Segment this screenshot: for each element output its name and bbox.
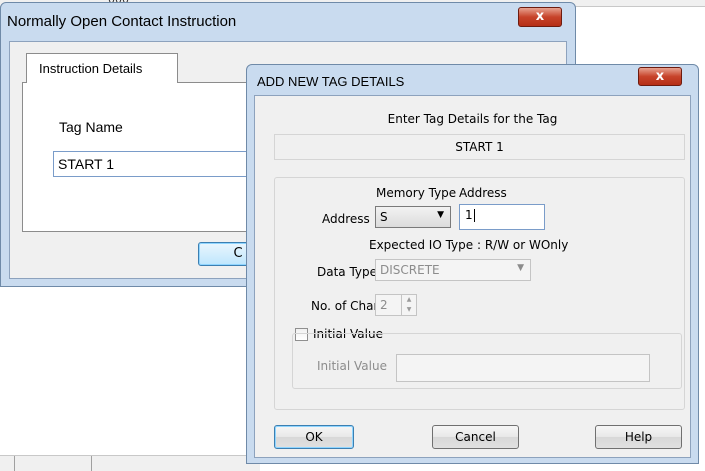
close-icon: x: [535, 9, 545, 24]
dialog-title: Normally Open Contact Instruction: [7, 13, 237, 30]
address-input[interactable]: 1: [459, 204, 545, 230]
address-label: Address: [322, 212, 370, 226]
background-grid-cell: [0, 456, 15, 471]
memory-type-header: Memory Type: [376, 186, 457, 200]
data-type-select[interactable]: DISCRETE ▼: [375, 259, 531, 281]
data-type-label: Data Type: [317, 265, 378, 279]
tag-name-display: START 1: [274, 134, 685, 160]
ok-button[interactable]: OK: [274, 425, 354, 449]
background-grid-strip: [0, 455, 260, 471]
chars-value: 2: [380, 298, 388, 312]
address-header: Address: [459, 186, 507, 200]
address-value: 1: [465, 208, 473, 222]
chevron-down-icon: ▼: [517, 263, 524, 273]
chevron-down-icon: ▼: [437, 210, 444, 220]
add-new-tag-details-dialog: ADD NEW TAG DETAILS x Enter Tag Details …: [246, 64, 699, 464]
expected-io-type: Expected IO Type : R/W or WOnly: [369, 238, 569, 252]
dialog-title: ADD NEW TAG DETAILS: [257, 74, 405, 89]
background-grid-cell: [14, 456, 92, 471]
chars-label: No. of Chars: [311, 299, 385, 313]
stepper-arrows-icon[interactable]: ▲ ▼: [401, 295, 416, 315]
text-cursor: [473, 209, 475, 222]
close-button[interactable]: x: [518, 7, 562, 27]
chars-stepper[interactable]: 2 ▲ ▼: [375, 294, 417, 316]
tag-details-prompt: Enter Tag Details for the Tag: [387, 112, 558, 126]
help-button[interactable]: Help: [595, 425, 682, 449]
initial-value-label: Initial Value: [317, 359, 387, 373]
tag-name-label: Tag Name: [59, 119, 123, 135]
initial-value-input[interactable]: [396, 354, 650, 382]
cancel-button[interactable]: Cancel: [432, 425, 519, 449]
close-icon: x: [655, 69, 665, 84]
tab-instruction-details[interactable]: Instruction Details: [26, 53, 178, 83]
dialog-client-area: Enter Tag Details for the Tag START 1 Me…: [254, 95, 691, 458]
memory-type-value: S: [380, 210, 388, 224]
data-type-value: DISCRETE: [380, 263, 440, 277]
initial-value-checkbox-label: Initial Value: [313, 327, 383, 341]
initial-value-checkbox[interactable]: [295, 328, 308, 341]
close-button[interactable]: x: [638, 67, 682, 86]
memory-type-select[interactable]: S ▼: [375, 206, 451, 228]
